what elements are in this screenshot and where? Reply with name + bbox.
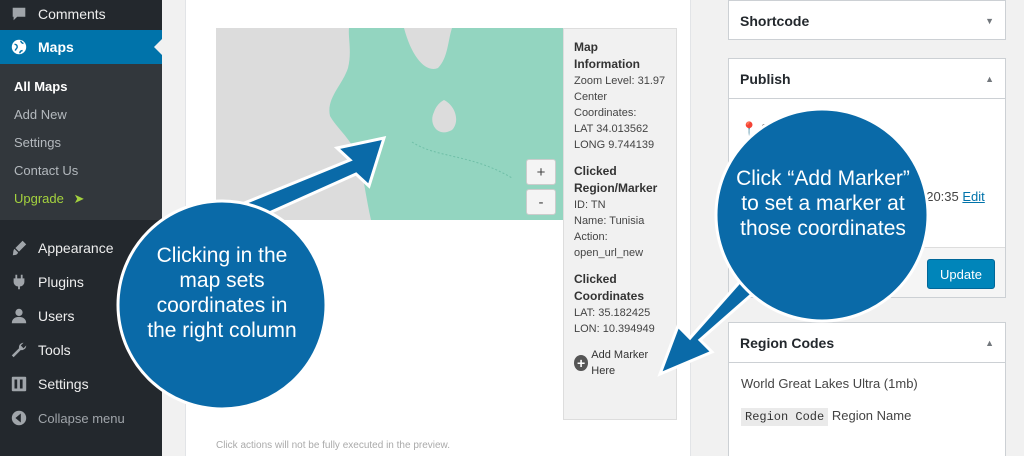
caret-up-icon[interactable]: ▲ bbox=[985, 74, 994, 84]
clicked-lon: LON: 10.394949 bbox=[574, 323, 655, 335]
add-marker-label: Add Marker Here bbox=[591, 349, 649, 377]
status-edit-link[interactable]: Edit bbox=[853, 121, 875, 136]
menu-collapse[interactable]: Collapse menu bbox=[0, 401, 162, 435]
paintbrush-icon bbox=[0, 239, 38, 257]
callout-text-left: Clicking in the map sets coordinates in … bbox=[147, 244, 297, 342]
submenu-settings[interactable]: Settings bbox=[14, 135, 61, 150]
clicked-region-title: Clicked Region/Marker bbox=[574, 164, 658, 195]
region-codes-box: Region Codes ▲ World Great Lakes Ultra (… bbox=[728, 322, 1006, 456]
update-button[interactable]: Update bbox=[927, 259, 995, 289]
published-time-row: t 20:35 Edit bbox=[919, 189, 985, 204]
arrow-right-icon: ➤ bbox=[73, 191, 85, 206]
add-marker-button[interactable]: + Add Marker Here bbox=[574, 347, 666, 379]
region-action: Action: open_url_new bbox=[574, 231, 644, 259]
region-map-name: World Great Lakes Ultra (1mb) bbox=[741, 376, 918, 391]
publish-actions: Update bbox=[729, 247, 1005, 297]
upgrade-label: Upgrade bbox=[14, 191, 64, 206]
plus-circle-icon: + bbox=[574, 355, 589, 371]
menu-label: Users bbox=[38, 308, 75, 324]
publish-time-edit-link[interactable]: Edit bbox=[962, 189, 984, 204]
map-info-panel: Map Information Zoom Level: 31.97 Center… bbox=[563, 28, 677, 420]
menu-label: Plugins bbox=[38, 274, 84, 290]
center-long: LONG 9.744139 bbox=[574, 139, 655, 151]
clicked-coords-title: Clicked Coordinates bbox=[574, 272, 645, 303]
region-code-column: Region Code bbox=[741, 408, 829, 426]
menu-appearance[interactable]: Appearance bbox=[0, 231, 162, 265]
pin-icon: 📍 bbox=[741, 121, 758, 136]
zoom-in-button[interactable]: + bbox=[526, 159, 556, 185]
menu-label: Comments bbox=[38, 6, 106, 22]
admin-sidebar: Comments Maps All Maps Add New Settings … bbox=[0, 0, 162, 456]
preview-note: Click actions will not be fully executed… bbox=[216, 440, 451, 451]
shortcode-title: Shortcode bbox=[740, 13, 810, 29]
submenu-upgrade[interactable]: Upgrade ➤ bbox=[14, 191, 84, 207]
map-editor-panel: + - Map Information Zoom Level: 31.97 Ce… bbox=[185, 0, 691, 456]
caret-down-icon[interactable]: ▼ bbox=[985, 16, 994, 26]
center-label: Center Coordinates: bbox=[574, 91, 637, 119]
comment-icon bbox=[0, 5, 38, 23]
maps-submenu: All Maps Add New Settings Contact Us Upg… bbox=[0, 64, 162, 220]
caret-up-icon[interactable]: ▲ bbox=[985, 338, 994, 348]
publish-time: t 20:35 bbox=[919, 189, 959, 204]
status-label: St bbox=[760, 121, 774, 136]
shortcode-box: Shortcode ▼ bbox=[728, 0, 1006, 40]
info-title: Map Information bbox=[574, 40, 640, 71]
clicked-lat: LAT: 35.182425 bbox=[574, 307, 651, 319]
region-id: ID: TN bbox=[574, 199, 606, 211]
zoom-level: Zoom Level: 31.97 bbox=[574, 75, 666, 87]
plugin-icon bbox=[0, 273, 38, 291]
menu-label: Tools bbox=[38, 342, 71, 358]
map-preview[interactable]: + - bbox=[216, 28, 563, 220]
region-table-header: Region Code Region Name bbox=[741, 408, 912, 426]
submenu-add-new[interactable]: Add New bbox=[14, 107, 67, 122]
menu-label: Collapse menu bbox=[38, 410, 125, 426]
region-codes-header[interactable]: Region Codes ▲ bbox=[729, 323, 1005, 363]
region-codes-title: Region Codes bbox=[740, 334, 835, 351]
users-icon bbox=[0, 307, 38, 325]
shortcode-header[interactable]: Shortcode ▼ bbox=[729, 1, 1005, 41]
menu-label: Appearance bbox=[38, 240, 114, 256]
collapse-icon bbox=[0, 409, 38, 427]
menu-label: Maps bbox=[38, 39, 74, 55]
menu-maps[interactable]: Maps bbox=[0, 30, 162, 64]
menu-plugins[interactable]: Plugins bbox=[0, 265, 162, 299]
publish-title: Publish bbox=[740, 70, 791, 87]
globe-icon bbox=[0, 38, 38, 56]
region-name: Name: Tunisia bbox=[574, 215, 645, 227]
callout-text-right: Click “Add Marker” to set a marker at th… bbox=[736, 167, 910, 240]
menu-label: Settings bbox=[38, 376, 89, 392]
menu-tools[interactable]: Tools bbox=[0, 333, 162, 367]
publish-header[interactable]: Publish ▲ bbox=[729, 59, 1005, 99]
menu-settings[interactable]: Settings bbox=[0, 367, 162, 401]
center-lat: LAT 34.013562 bbox=[574, 123, 649, 135]
submenu-all-maps[interactable]: All Maps bbox=[14, 79, 67, 94]
wrench-icon bbox=[0, 341, 38, 359]
submenu-contact-us[interactable]: Contact Us bbox=[14, 163, 78, 178]
active-indicator bbox=[154, 39, 162, 55]
settings-icon bbox=[0, 375, 38, 393]
map-canvas[interactable] bbox=[216, 28, 563, 220]
status-row: 📍 St Edit bbox=[741, 121, 875, 137]
menu-users[interactable]: Users bbox=[0, 299, 162, 333]
menu-comments[interactable]: Comments bbox=[0, 0, 162, 28]
zoom-out-button[interactable]: - bbox=[526, 189, 556, 215]
region-name-column: Region Name bbox=[831, 408, 912, 423]
